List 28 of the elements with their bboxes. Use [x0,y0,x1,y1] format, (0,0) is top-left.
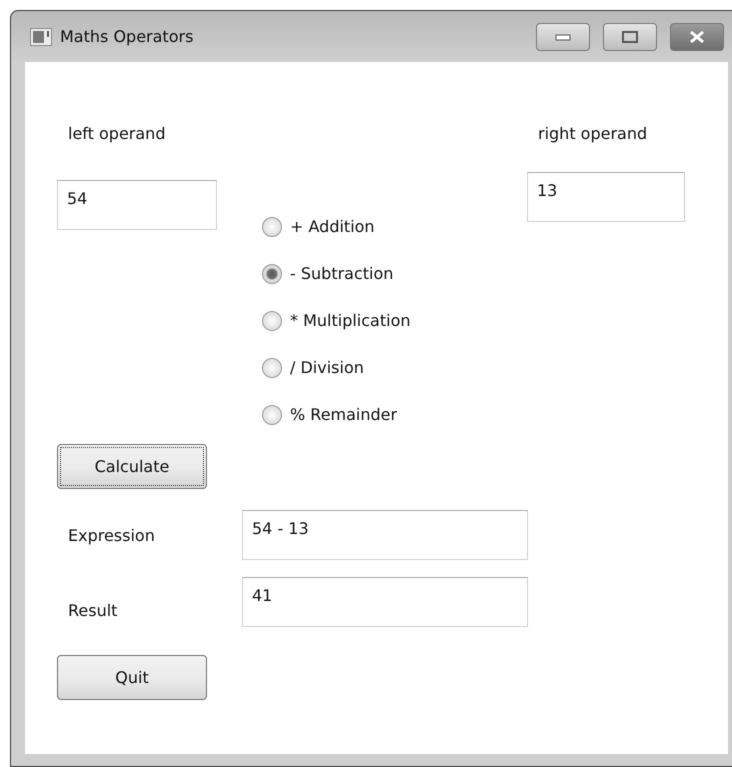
left-operand-label: left operand [67,123,166,145]
radio-label[interactable]: % Remainder [290,405,398,424]
right-operand-field[interactable]: 13 [527,172,685,222]
radio-button[interactable] [262,216,282,236]
result-label: Result [67,600,118,620]
maximize-icon [622,30,638,42]
window-title: Maths Operators [60,27,194,46]
left-operand-field[interactable]: 54 [57,180,217,230]
expression-field[interactable]: 54 - 13 [242,510,528,560]
expression-label: Expression [67,526,156,544]
radio-label[interactable]: - Subtraction [290,264,394,283]
radio-label[interactable]: * Multiplication [290,311,410,330]
radio-button[interactable] [262,404,282,424]
calculate-button[interactable]: Calculate [57,444,207,489]
close-icon [688,30,706,44]
right-operand-label: right operand [537,123,648,145]
minimize-icon [555,32,571,40]
minimize-button[interactable] [536,22,590,50]
radio-button[interactable] [262,358,282,378]
app-icon [30,28,52,46]
maximize-button[interactable] [603,22,657,50]
radio-button[interactable] [262,264,282,284]
radio-label[interactable]: + Addition [290,217,375,236]
quit-button[interactable]: Quit [57,655,207,700]
close-button[interactable] [670,22,724,50]
radio-label[interactable]: / Division [290,358,364,377]
radio-button[interactable] [262,310,282,330]
result-field[interactable]: 41 [242,577,528,627]
